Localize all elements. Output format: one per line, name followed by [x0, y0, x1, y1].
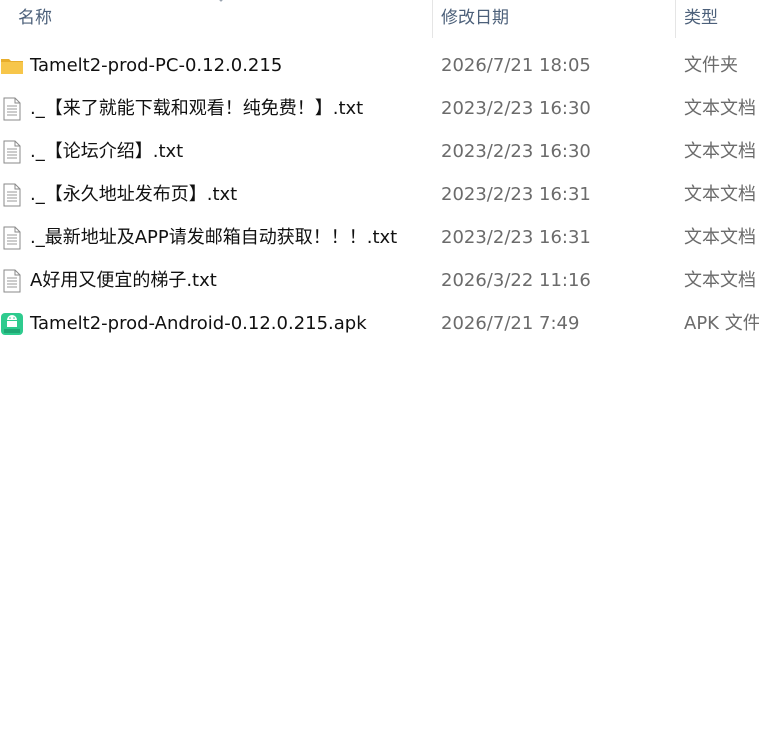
column-header-name[interactable]: 名称 — [0, 0, 432, 38]
file-row[interactable]: A好用又便宜的梯子.txt 2026/3/22 11:16 文本文档 — [0, 259, 759, 302]
file-date-modified: 2023/2/23 16:30 — [441, 141, 591, 162]
file-list: Tamelt2-prod-PC-0.12.0.215 2026/7/21 18:… — [0, 44, 759, 345]
file-date-modified: 2026/7/21 7:49 — [441, 313, 580, 334]
column-header-date-modified[interactable]: 修改日期 — [432, 0, 675, 38]
file-row[interactable]: ._【论坛介绍】.txt 2023/2/23 16:30 文本文档 — [0, 130, 759, 173]
column-header-bar: 名称 修改日期 类型 — [0, 0, 759, 38]
file-type: APK 文件 — [684, 313, 759, 334]
file-type: 文本文档 — [684, 184, 756, 205]
file-name: ._【来了就能下载和观看！纯免费！】.txt — [30, 98, 364, 119]
text-file-icon — [3, 97, 21, 121]
file-row[interactable]: ._【来了就能下载和观看！纯免费！】.txt 2023/2/23 16:30 文… — [0, 87, 759, 130]
file-date-modified: 2026/3/22 11:16 — [441, 270, 591, 291]
file-name: ._【论坛介绍】.txt — [30, 141, 184, 162]
column-header-type[interactable]: 类型 — [675, 0, 759, 38]
file-date-modified: 2023/2/23 16:31 — [441, 184, 591, 205]
file-type: 文件夹 — [684, 55, 738, 76]
text-file-icon — [3, 140, 21, 164]
file-type: 文本文档 — [684, 98, 756, 119]
text-file-icon — [3, 226, 21, 250]
file-row[interactable]: Tamelt2-prod-PC-0.12.0.215 2026/7/21 18:… — [0, 44, 759, 87]
file-name: ._【永久地址发布页】.txt — [30, 184, 238, 205]
text-file-icon — [3, 183, 21, 207]
file-type: 文本文档 — [684, 270, 756, 291]
file-name: ._最新地址及APP请发邮箱自动获取！！！.txt — [30, 227, 398, 248]
apk-file-icon — [1, 313, 23, 335]
file-date-modified: 2023/2/23 16:30 — [441, 98, 591, 119]
file-type: 文本文档 — [684, 141, 756, 162]
file-name: Tamelt2-prod-PC-0.12.0.215 — [30, 55, 283, 76]
file-name: A好用又便宜的梯子.txt — [30, 270, 217, 291]
file-row[interactable]: ._最新地址及APP请发邮箱自动获取！！！.txt 2023/2/23 16:3… — [0, 216, 759, 259]
file-type: 文本文档 — [684, 227, 756, 248]
file-row[interactable]: Tamelt2-prod-Android-0.12.0.215.apk 2026… — [0, 302, 759, 345]
file-date-modified: 2023/2/23 16:31 — [441, 227, 591, 248]
file-date-modified: 2026/7/21 18:05 — [441, 55, 591, 76]
folder-icon — [1, 59, 23, 74]
text-file-icon — [3, 269, 21, 293]
file-row[interactable]: ._【永久地址发布页】.txt 2023/2/23 16:31 文本文档 — [0, 173, 759, 216]
sort-ascending-icon — [219, 0, 223, 2]
file-name: Tamelt2-prod-Android-0.12.0.215.apk — [30, 313, 367, 334]
